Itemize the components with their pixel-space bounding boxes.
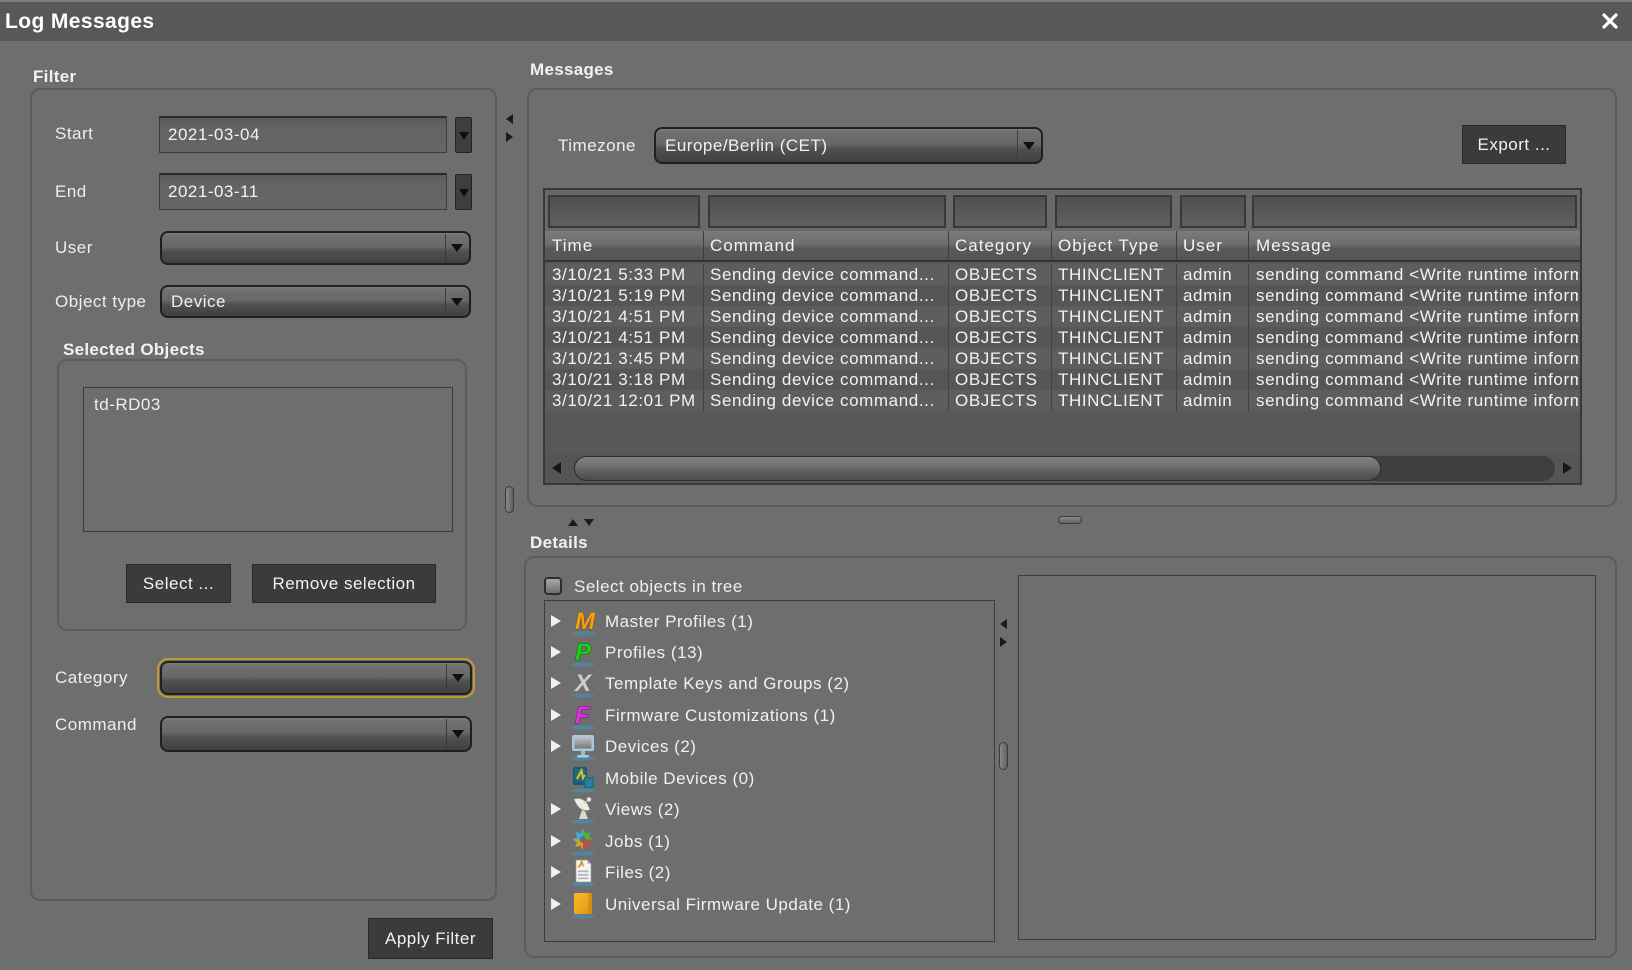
svg-text:P: P	[575, 639, 592, 666]
svg-text:M: M	[575, 608, 596, 635]
svg-text:F: F	[575, 702, 591, 729]
svg-text:X: X	[573, 670, 593, 697]
